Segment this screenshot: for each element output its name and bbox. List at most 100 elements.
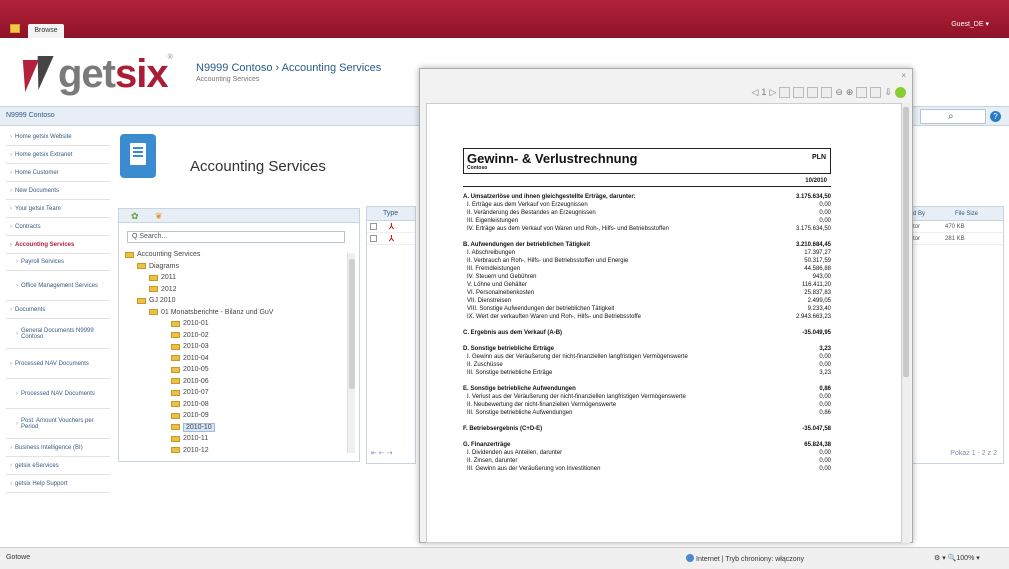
pager-arrows[interactable]: ⇤ ⇠ ⇢ [371,449,393,457]
documents-panel: Type ⅄ ⅄ ⇤ ⇠ ⇢ [366,206,416,464]
tree-node[interactable]: 2010-08 [125,399,347,411]
tree-node[interactable]: Diagrams [125,261,347,273]
grid-view-icon[interactable] [793,86,805,98]
sidebar-item[interactable]: › Accounting Services [6,236,110,254]
single-page-icon[interactable] [779,86,791,98]
sidebar-item[interactable]: › General Documents N9999 Contoso [6,319,110,349]
column-file-size[interactable]: File Size [955,211,978,217]
tree-node[interactable]: 2010-10 [125,422,347,434]
tree-node-label: 2010-03 [183,343,209,351]
line-value: 65.824,38 [804,442,831,448]
tree-node[interactable]: 2011 [125,272,347,284]
tree-node[interactable]: 2010-07 [125,387,347,399]
tree-node-label: 01 Monatsberichte - Bilanz und GuV [161,308,274,316]
save-icon[interactable] [856,86,868,98]
user-menu[interactable]: Guest_DE ▾ [951,20,989,28]
sidebar-item[interactable]: › Processed NAV Documents [6,349,110,379]
sidebar-item[interactable]: › Office Management Services [6,271,110,301]
sidebar-item[interactable]: › Home getsix Extranet [6,146,110,164]
tree-node[interactable]: 2010-06 [125,376,347,388]
tree-node[interactable]: 2010-04 [125,353,347,365]
sidebar-item[interactable]: › Documents [6,301,110,319]
tree-toolbar: ✿ ❦ [119,209,359,223]
sidebar-item[interactable]: › New Documents [6,182,110,200]
prev-page-icon[interactable]: ◁ [752,87,759,98]
fit-page-icon[interactable] [807,86,819,98]
tree-node-label: 2010-08 [183,400,209,408]
tree-node[interactable]: 2012 [125,284,347,296]
fit-width-icon[interactable] [821,86,833,98]
report-line: I. Gewinn aus der Veräußerung der nicht-… [463,353,831,361]
sidebar-item[interactable]: › Home getsix Website [6,128,110,146]
search-icon[interactable]: ⌕ [948,111,954,122]
sidebar-item[interactable]: › getsix eServices [6,457,110,475]
report-line: G. Finanzerträge 65.824,38 [463,441,831,449]
sidebar-item[interactable]: › Home Customer [6,164,110,182]
getsix-logo[interactable]: getsix ® [16,54,173,94]
chevron-right-icon: › [16,282,18,289]
sidebar-item[interactable]: › Business Intelligence (BI) [6,439,110,457]
tab-browse[interactable]: Browse [28,24,64,38]
line-label: I. Abschreibungen [467,250,516,256]
table-row[interactable]: tor 281 KB [909,233,1003,245]
viewer-scrollbar[interactable] [902,103,910,543]
folder-icon [137,297,146,304]
report-title: Gewinn- & Verlustrechnung [467,151,638,166]
tree-node[interactable]: 2010-03 [125,341,347,353]
tree-search-input[interactable]: Q Search... [127,231,345,243]
table-row[interactable]: tor 470 KB [909,221,1003,233]
document-row[interactable]: ⅄ [367,221,415,233]
tree-scrollbar[interactable] [347,253,355,453]
breadcrumb-site[interactable]: N9999 Contoso [196,62,272,74]
tree-node[interactable]: 2010-02 [125,330,347,342]
sidebar-item-label: getsix Help Support [15,480,68,487]
tree-node[interactable]: GJ 2010 [125,295,347,307]
line-label: VII. Dienstreisen [467,298,512,304]
sidebar-item[interactable]: › Contracts [6,218,110,236]
tree-node[interactable]: 01 Monatsberichte - Bilanz und GuV [125,307,347,319]
tree-node[interactable]: 2010-05 [125,364,347,376]
status-icon [895,86,906,98]
zoom-level[interactable]: ⚙ ▾ 🔍100% ▾ [934,554,980,562]
sidebar-item[interactable]: › getsix Help Support [6,475,110,493]
line-value: 50.317,59 [804,258,831,264]
zoom-in-icon[interactable]: ⊕ [846,87,854,98]
line-label: III. Fremdleistungen [467,266,521,272]
folders-icon[interactable]: ❦ [155,211,163,222]
print-icon[interactable] [870,86,882,98]
sidebar-item[interactable]: › Payroll Services [6,254,110,271]
sidebar-item[interactable]: › Processed NAV Documents [6,379,110,409]
download-icon[interactable]: ⇩ [884,87,892,98]
site-link[interactable]: N9999 Contoso [6,112,55,119]
refresh-icon[interactable]: ✿ [131,211,139,222]
tree-node[interactable]: Accounting Services [125,249,347,261]
line-label: IX. Wert der verkauften Waren und Roh-, … [467,314,641,320]
document-row[interactable]: ⅄ [367,233,415,245]
tree-node[interactable]: 2010-01 [125,318,347,330]
line-value: -35.049,95 [802,330,831,336]
next-page-icon[interactable]: ▷ [769,87,776,98]
line-label: III. Gewinn aus der Veräußerung von Inve… [467,466,601,472]
line-value: 0,86 [819,410,831,416]
report-line: I. Verlust aus der Veräußerung der nicht… [463,393,831,401]
report-line: C. Ergebnis aus dem Verkauf (A-B) -35.049… [463,329,831,337]
left-navigation: › Home getsix Website › Home getsix Extrane… [6,128,110,543]
chevron-right-icon: › [16,420,18,427]
tree-node[interactable]: 2010-12 [125,445,347,457]
close-icon[interactable]: × [901,71,906,80]
sidebar-item[interactable]: › Your getsix Team [6,200,110,218]
row-checkbox[interactable] [370,235,377,242]
sidebar-item[interactable]: › Post. Amount Vouchers per Period [6,409,110,439]
line-label: III. Sonstige betriebliche Erträge [467,370,553,376]
column-modified-by[interactable]: d By [913,211,925,217]
breadcrumb-page[interactable]: Accounting Services [282,62,382,74]
tree-node[interactable]: 2010-09 [125,410,347,422]
row-checkbox[interactable] [370,223,377,230]
line-value: 2.499,05 [807,298,831,304]
sidebar-item-label: getsix eServices [15,462,59,469]
report-line: III. Fremdleistungen 44.586,88 [463,265,831,273]
column-type[interactable]: Type [367,207,415,221]
help-icon[interactable]: ? [990,111,1001,122]
tree-node[interactable]: 2010-11 [125,433,347,445]
zoom-out-icon[interactable]: ⊖ [835,87,843,98]
